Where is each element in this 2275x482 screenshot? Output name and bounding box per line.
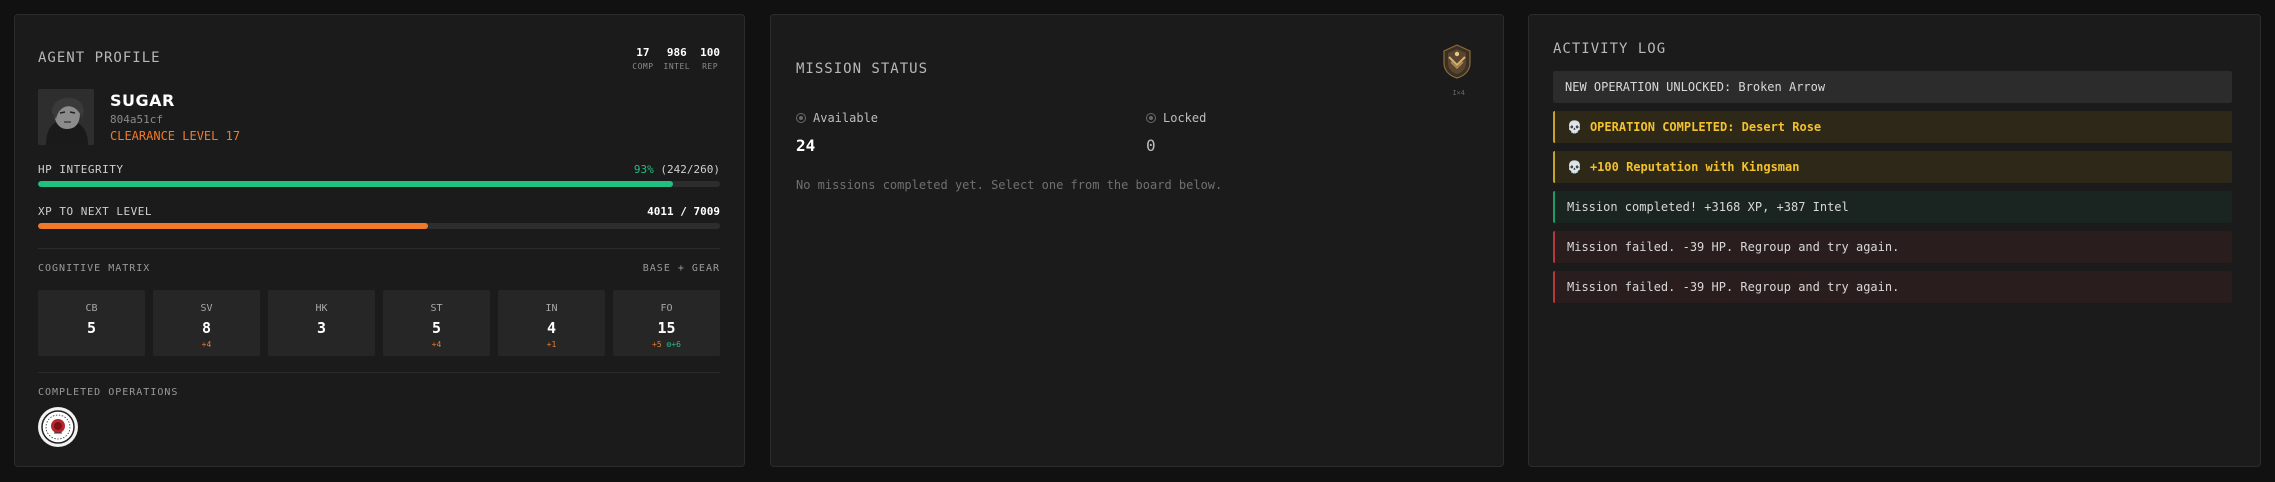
available-label: Available <box>796 111 878 125</box>
matrix-bonus: +1 <box>546 340 557 349</box>
mission-note: No missions completed yet. Select one fr… <box>796 178 1223 192</box>
xp-bar <box>38 223 720 229</box>
hp-label: HP INTEGRITY <box>38 163 124 176</box>
matrix-cell-sv[interactable]: SV 8 +4 <box>153 290 260 356</box>
matrix-code: CB <box>85 303 98 314</box>
matrix-value: 4 <box>546 319 557 337</box>
matrix-cell-st[interactable]: ST 5 +4 <box>383 290 490 356</box>
hp-value: 93% (242/260) <box>634 163 720 176</box>
log-text: NEW OPERATION UNLOCKED: Broken Arrow <box>1565 80 1826 94</box>
matrix-cell-hk[interactable]: HK 3 <box>268 290 375 356</box>
lock-icon <box>1146 113 1156 123</box>
hp-detail: (242/260) <box>660 163 720 176</box>
matrix-cell-in[interactable]: IN 4 +1 <box>498 290 605 356</box>
log-entry: Mission failed. -39 HP. Regroup and try … <box>1553 271 2232 303</box>
matrix-code: IN <box>545 303 558 314</box>
mission-status-panel: MISSION STATUS I×4 Available 24 Locked 0… <box>770 14 1504 467</box>
matrix-cell-fo[interactable]: FO 15 +5 ⚙+6 <box>613 290 720 356</box>
target-icon <box>796 113 806 123</box>
matrix-gear-bonus: +6 <box>671 340 681 349</box>
panel-title: AGENT PROFILE <box>38 50 161 66</box>
agent-profile-panel: AGENT PROFILE 17 COMP 986 INTEL 100 REP … <box>14 14 745 467</box>
hp-percent: 93% <box>633 163 654 176</box>
log-entry: Mission failed. -39 HP. Regroup and try … <box>1553 231 2232 263</box>
rank-insignia-icon <box>1439 43 1475 79</box>
matrix-value: 3 <box>316 319 327 337</box>
log-text: Mission completed! +3168 XP, +387 Intel <box>1567 200 1849 214</box>
locked-label: Locked <box>1146 111 1206 125</box>
stat-comp: 17 COMP <box>632 46 653 71</box>
clearance-level: CLEARANCE LEVEL 17 <box>110 129 241 143</box>
stat-label: INTEL <box>663 62 691 71</box>
log-entry: 💀 OPERATION COMPLETED: Desert Rose <box>1553 111 2232 143</box>
stat-rep: 100 REP <box>700 46 720 71</box>
log-text: +100 Reputation with Kingsman <box>1589 160 1800 174</box>
available-text: Available <box>813 111 879 125</box>
avatar <box>38 89 94 145</box>
matrix-legend: BASE + GEAR <box>642 263 720 274</box>
log-entry: NEW OPERATION UNLOCKED: Broken Arrow <box>1553 71 2232 103</box>
log-entry: Mission completed! +3168 XP, +387 Intel <box>1553 191 2232 223</box>
operation-badge-icon[interactable] <box>38 407 78 447</box>
agent-stats: 17 COMP 986 INTEL 100 REP <box>632 46 720 71</box>
stat-label: REP <box>702 62 719 71</box>
activity-log-panel: ACTIVITY LOG NEW OPERATION UNLOCKED: Bro… <box>1528 14 2261 467</box>
matrix-code: SV <box>200 303 213 314</box>
stat-value: 986 <box>666 46 687 59</box>
divider <box>38 248 720 249</box>
cognitive-matrix-label: COGNITIVE MATRIX <box>38 263 151 274</box>
matrix-value: 15 <box>657 319 676 337</box>
log-text: OPERATION COMPLETED: Desert Rose <box>1589 120 1822 134</box>
log-entry: 💀 +100 Reputation with Kingsman <box>1553 151 2232 183</box>
locked-count: 0 <box>1146 136 1156 155</box>
stat-value: 17 <box>636 46 650 59</box>
insignia-tag: I×4 <box>1452 89 1465 97</box>
log-text: Mission failed. -39 HP. Regroup and try … <box>1567 280 1900 294</box>
panel-title: MISSION STATUS <box>796 61 929 77</box>
completed-operations-label: COMPLETED OPERATIONS <box>38 387 179 398</box>
matrix-code: ST <box>430 303 443 314</box>
matrix-value: 8 <box>201 319 212 337</box>
stat-intel: 986 INTEL <box>664 46 691 71</box>
cognitive-matrix: CB 5 SV 8 +4 HK 3 ST 5 +4 IN 4 +1 FO 15 … <box>38 290 720 356</box>
xp-value: 4011 / 7009 <box>647 205 720 218</box>
log-text: Mission failed. -39 HP. Regroup and try … <box>1567 240 1900 254</box>
panel-title: ACTIVITY LOG <box>1553 41 1667 57</box>
matrix-cell-cb[interactable]: CB 5 <box>38 290 145 356</box>
xp-bar-fill <box>38 223 429 229</box>
matrix-value: 5 <box>431 319 442 337</box>
agent-name: SUGAR <box>110 91 175 110</box>
skull-icon: 💀 <box>1567 120 1582 134</box>
matrix-bonus: +5 ⚙+6 <box>652 340 681 349</box>
matrix-code: FO <box>660 303 673 314</box>
locked-text: Locked <box>1163 111 1207 125</box>
stat-label: COMP <box>632 62 654 71</box>
skull-icon: 💀 <box>1567 160 1582 174</box>
matrix-bonus: +4 <box>431 340 442 349</box>
divider <box>38 372 720 373</box>
xp-label: XP TO NEXT LEVEL <box>38 205 152 218</box>
hp-bar <box>38 181 720 187</box>
hp-bar-fill <box>38 181 673 187</box>
available-count: 24 <box>796 136 816 155</box>
matrix-value: 5 <box>86 319 97 337</box>
stat-value: 100 <box>700 46 720 59</box>
matrix-code: HK <box>315 303 328 314</box>
agent-id: 804a51cf <box>110 113 163 126</box>
matrix-bonus: +4 <box>201 340 212 349</box>
